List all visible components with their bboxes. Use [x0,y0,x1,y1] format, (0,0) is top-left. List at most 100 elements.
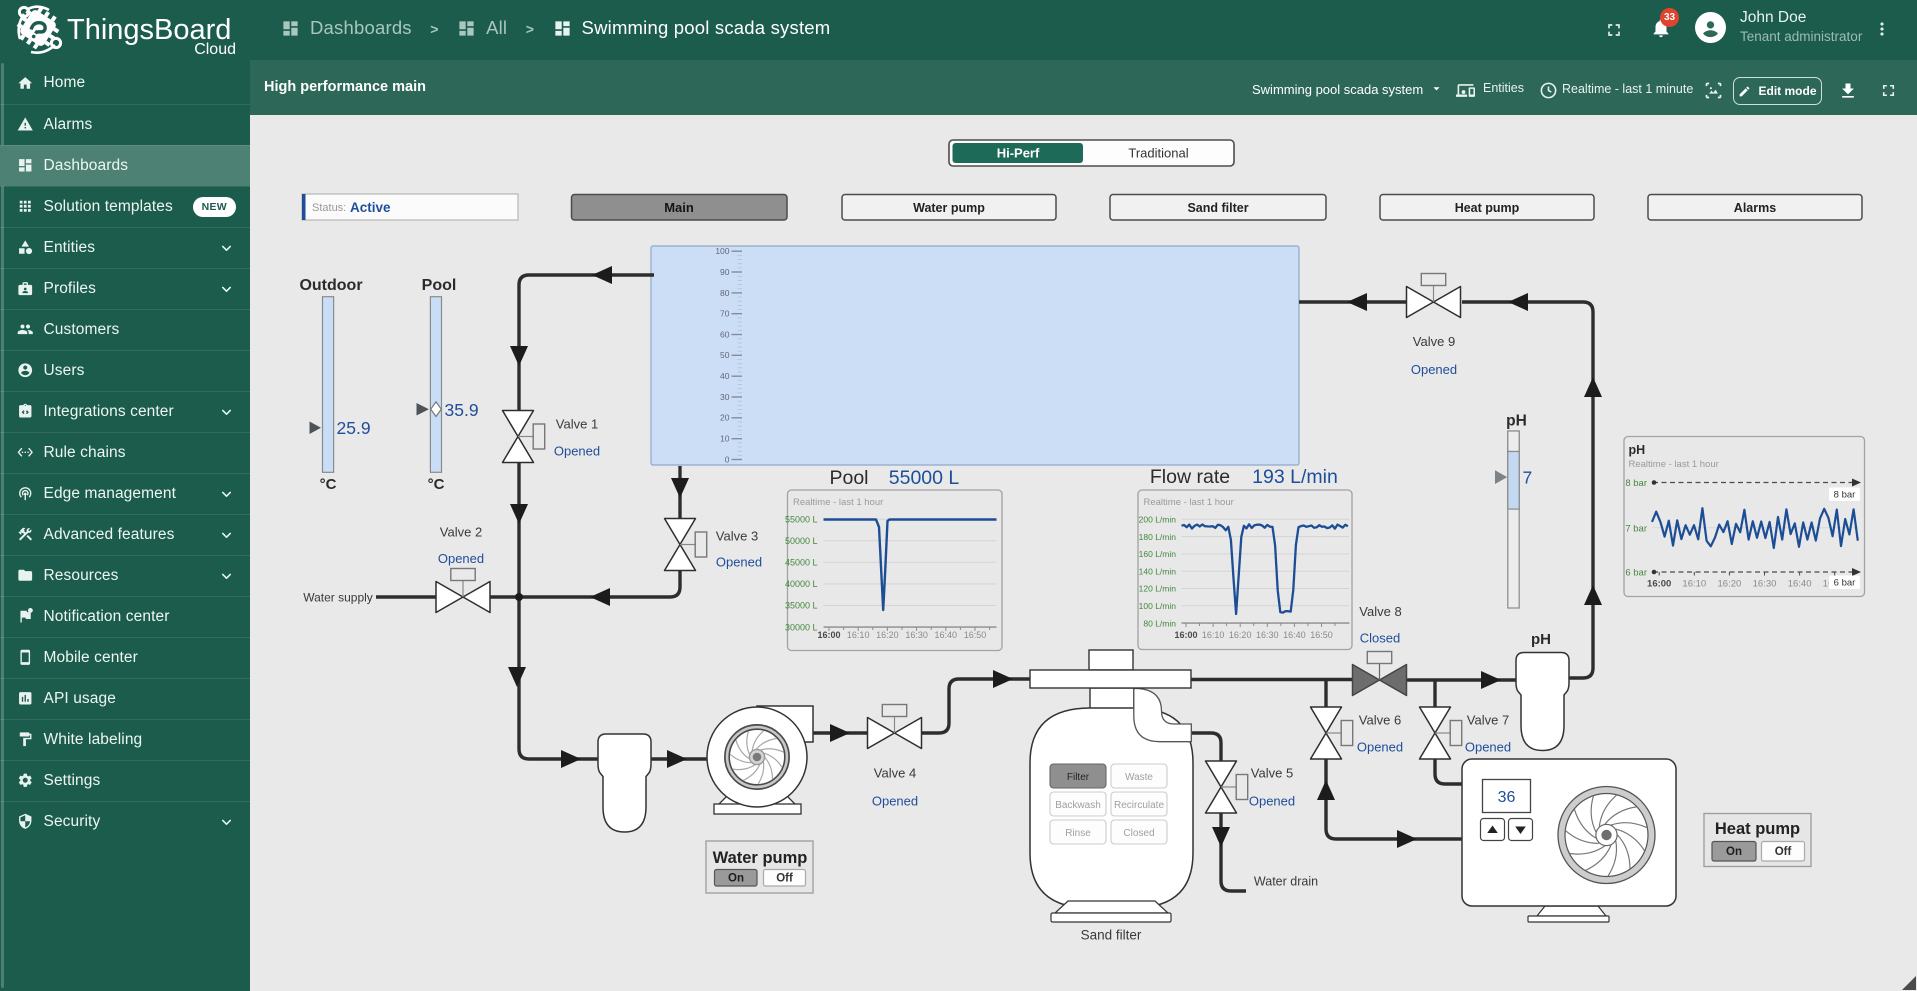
svg-text:Flow rate: Flow rate [1150,466,1230,488]
svg-text:Filter: Filter [1067,772,1090,783]
svg-text:16:00: 16:00 [817,630,840,640]
svg-text:6 bar: 6 bar [1834,578,1856,589]
svg-text:Opened: Opened [716,555,762,570]
svg-text:Traditional: Traditional [1128,146,1188,161]
svg-text:16:00: 16:00 [1647,579,1671,590]
svg-text:16:00: 16:00 [1174,630,1197,640]
svg-text:Water pump: Water pump [913,201,985,215]
svg-text:16:10: 16:10 [1682,579,1706,590]
svg-text:10: 10 [720,434,730,444]
svg-text:Recirculate: Recirculate [1114,800,1164,811]
svg-text:60: 60 [720,329,730,339]
svg-text:Pool: Pool [422,277,457,294]
svg-text:°C: °C [320,476,337,493]
svg-text:Closed: Closed [1360,631,1400,646]
svg-text:Main: Main [664,200,694,215]
svg-text:35000 L: 35000 L [785,601,818,611]
svg-text:100 L/min: 100 L/min [1139,601,1177,611]
svg-text:Active: Active [350,200,391,215]
svg-text:7 bar: 7 bar [1625,523,1647,534]
svg-text:35.9: 35.9 [445,400,479,420]
svg-text:16:40: 16:40 [1788,579,1812,590]
svg-text:30: 30 [720,392,730,402]
svg-text:16:20: 16:20 [1718,579,1742,590]
svg-text:On: On [728,873,744,885]
svg-text:55000 L: 55000 L [889,467,960,489]
svg-text:50: 50 [720,350,730,360]
svg-text:40000 L: 40000 L [785,579,818,589]
svg-text:80 L/min: 80 L/min [1143,618,1176,628]
svg-text:6 bar: 6 bar [1625,568,1647,579]
svg-text:36: 36 [1498,789,1516,806]
svg-text:Water supply: Water supply [303,591,373,605]
svg-text:16:50: 16:50 [1310,630,1333,640]
svg-text:Realtime - last 1 hour: Realtime - last 1 hour [1144,497,1234,508]
svg-text:Valve 8: Valve 8 [1359,604,1401,619]
svg-text:50000 L: 50000 L [785,536,818,546]
svg-text:7: 7 [1523,468,1533,488]
svg-text:Pool: Pool [829,467,868,489]
svg-text:Realtime - last 1 hour: Realtime - last 1 hour [793,497,883,508]
svg-text:Opened: Opened [872,794,918,809]
svg-text:Valve 7: Valve 7 [1467,713,1509,728]
svg-text:Backwash: Backwash [1055,800,1101,811]
svg-text:16:30: 16:30 [905,630,928,640]
svg-text:16:20: 16:20 [1229,630,1252,640]
svg-text:0: 0 [725,454,730,464]
svg-text:80: 80 [720,288,730,298]
svg-text:140 L/min: 140 L/min [1139,566,1177,576]
svg-text:Status:: Status: [312,202,346,214]
svg-text:Valve 5: Valve 5 [1251,766,1293,781]
svg-text:16:40: 16:40 [935,630,958,640]
svg-text:Rinse: Rinse [1065,828,1091,839]
svg-text:Outdoor: Outdoor [299,277,362,294]
svg-text:16:40: 16:40 [1283,630,1306,640]
svg-text:Valve 9: Valve 9 [1413,334,1455,349]
svg-text:Water pump: Water pump [713,849,808,867]
svg-text:Opened: Opened [1249,794,1295,809]
svg-text:Off: Off [776,873,793,885]
svg-text:pH: pH [1506,413,1527,430]
svg-text:160 L/min: 160 L/min [1139,549,1177,559]
svg-text:°C: °C [428,476,445,493]
svg-text:16:10: 16:10 [847,630,870,640]
svg-text:Opened: Opened [554,444,600,459]
svg-text:100: 100 [715,246,729,256]
svg-text:45000 L: 45000 L [785,558,818,568]
svg-text:pH: pH [1629,443,1646,457]
svg-text:Waste: Waste [1125,772,1153,783]
svg-text:Heat pump: Heat pump [1715,820,1800,838]
svg-text:Opened: Opened [1357,740,1403,755]
svg-text:On: On [1726,846,1742,858]
svg-text:70: 70 [720,309,730,319]
svg-text:Heat pump: Heat pump [1455,201,1520,215]
svg-text:Opened: Opened [438,551,484,566]
svg-text:Valve 1: Valve 1 [556,417,598,432]
svg-text:Closed: Closed [1123,828,1154,839]
svg-text:8 bar: 8 bar [1625,478,1647,489]
svg-text:193 L/min: 193 L/min [1252,466,1338,488]
svg-text:20: 20 [720,413,730,423]
svg-text:90: 90 [720,267,730,277]
svg-text:180 L/min: 180 L/min [1139,532,1177,542]
svg-text:Cloud: Cloud [194,41,236,58]
svg-text:Valve 3: Valve 3 [716,529,758,544]
svg-text:Valve 6: Valve 6 [1359,713,1401,728]
svg-text:16:30: 16:30 [1256,630,1279,640]
svg-text:40: 40 [720,371,730,381]
svg-text:Valve 4: Valve 4 [874,766,916,781]
svg-text:Valve 2: Valve 2 [440,525,482,540]
svg-text:Sand filter: Sand filter [1081,928,1142,943]
svg-text:200 L/min: 200 L/min [1139,515,1177,525]
svg-text:Opened: Opened [1411,362,1457,377]
svg-text:pH: pH [1531,631,1551,648]
svg-text:16:30: 16:30 [1753,579,1777,590]
svg-text:Alarms: Alarms [1734,201,1776,215]
svg-text:Water drain: Water drain [1254,875,1318,889]
svg-text:25.9: 25.9 [337,418,371,438]
svg-text:55000 L: 55000 L [785,514,818,524]
svg-text:16:50: 16:50 [964,630,987,640]
svg-text:Hi-Perf: Hi-Perf [997,146,1040,161]
svg-text:120 L/min: 120 L/min [1139,584,1177,594]
svg-text:Opened: Opened [1465,740,1511,755]
